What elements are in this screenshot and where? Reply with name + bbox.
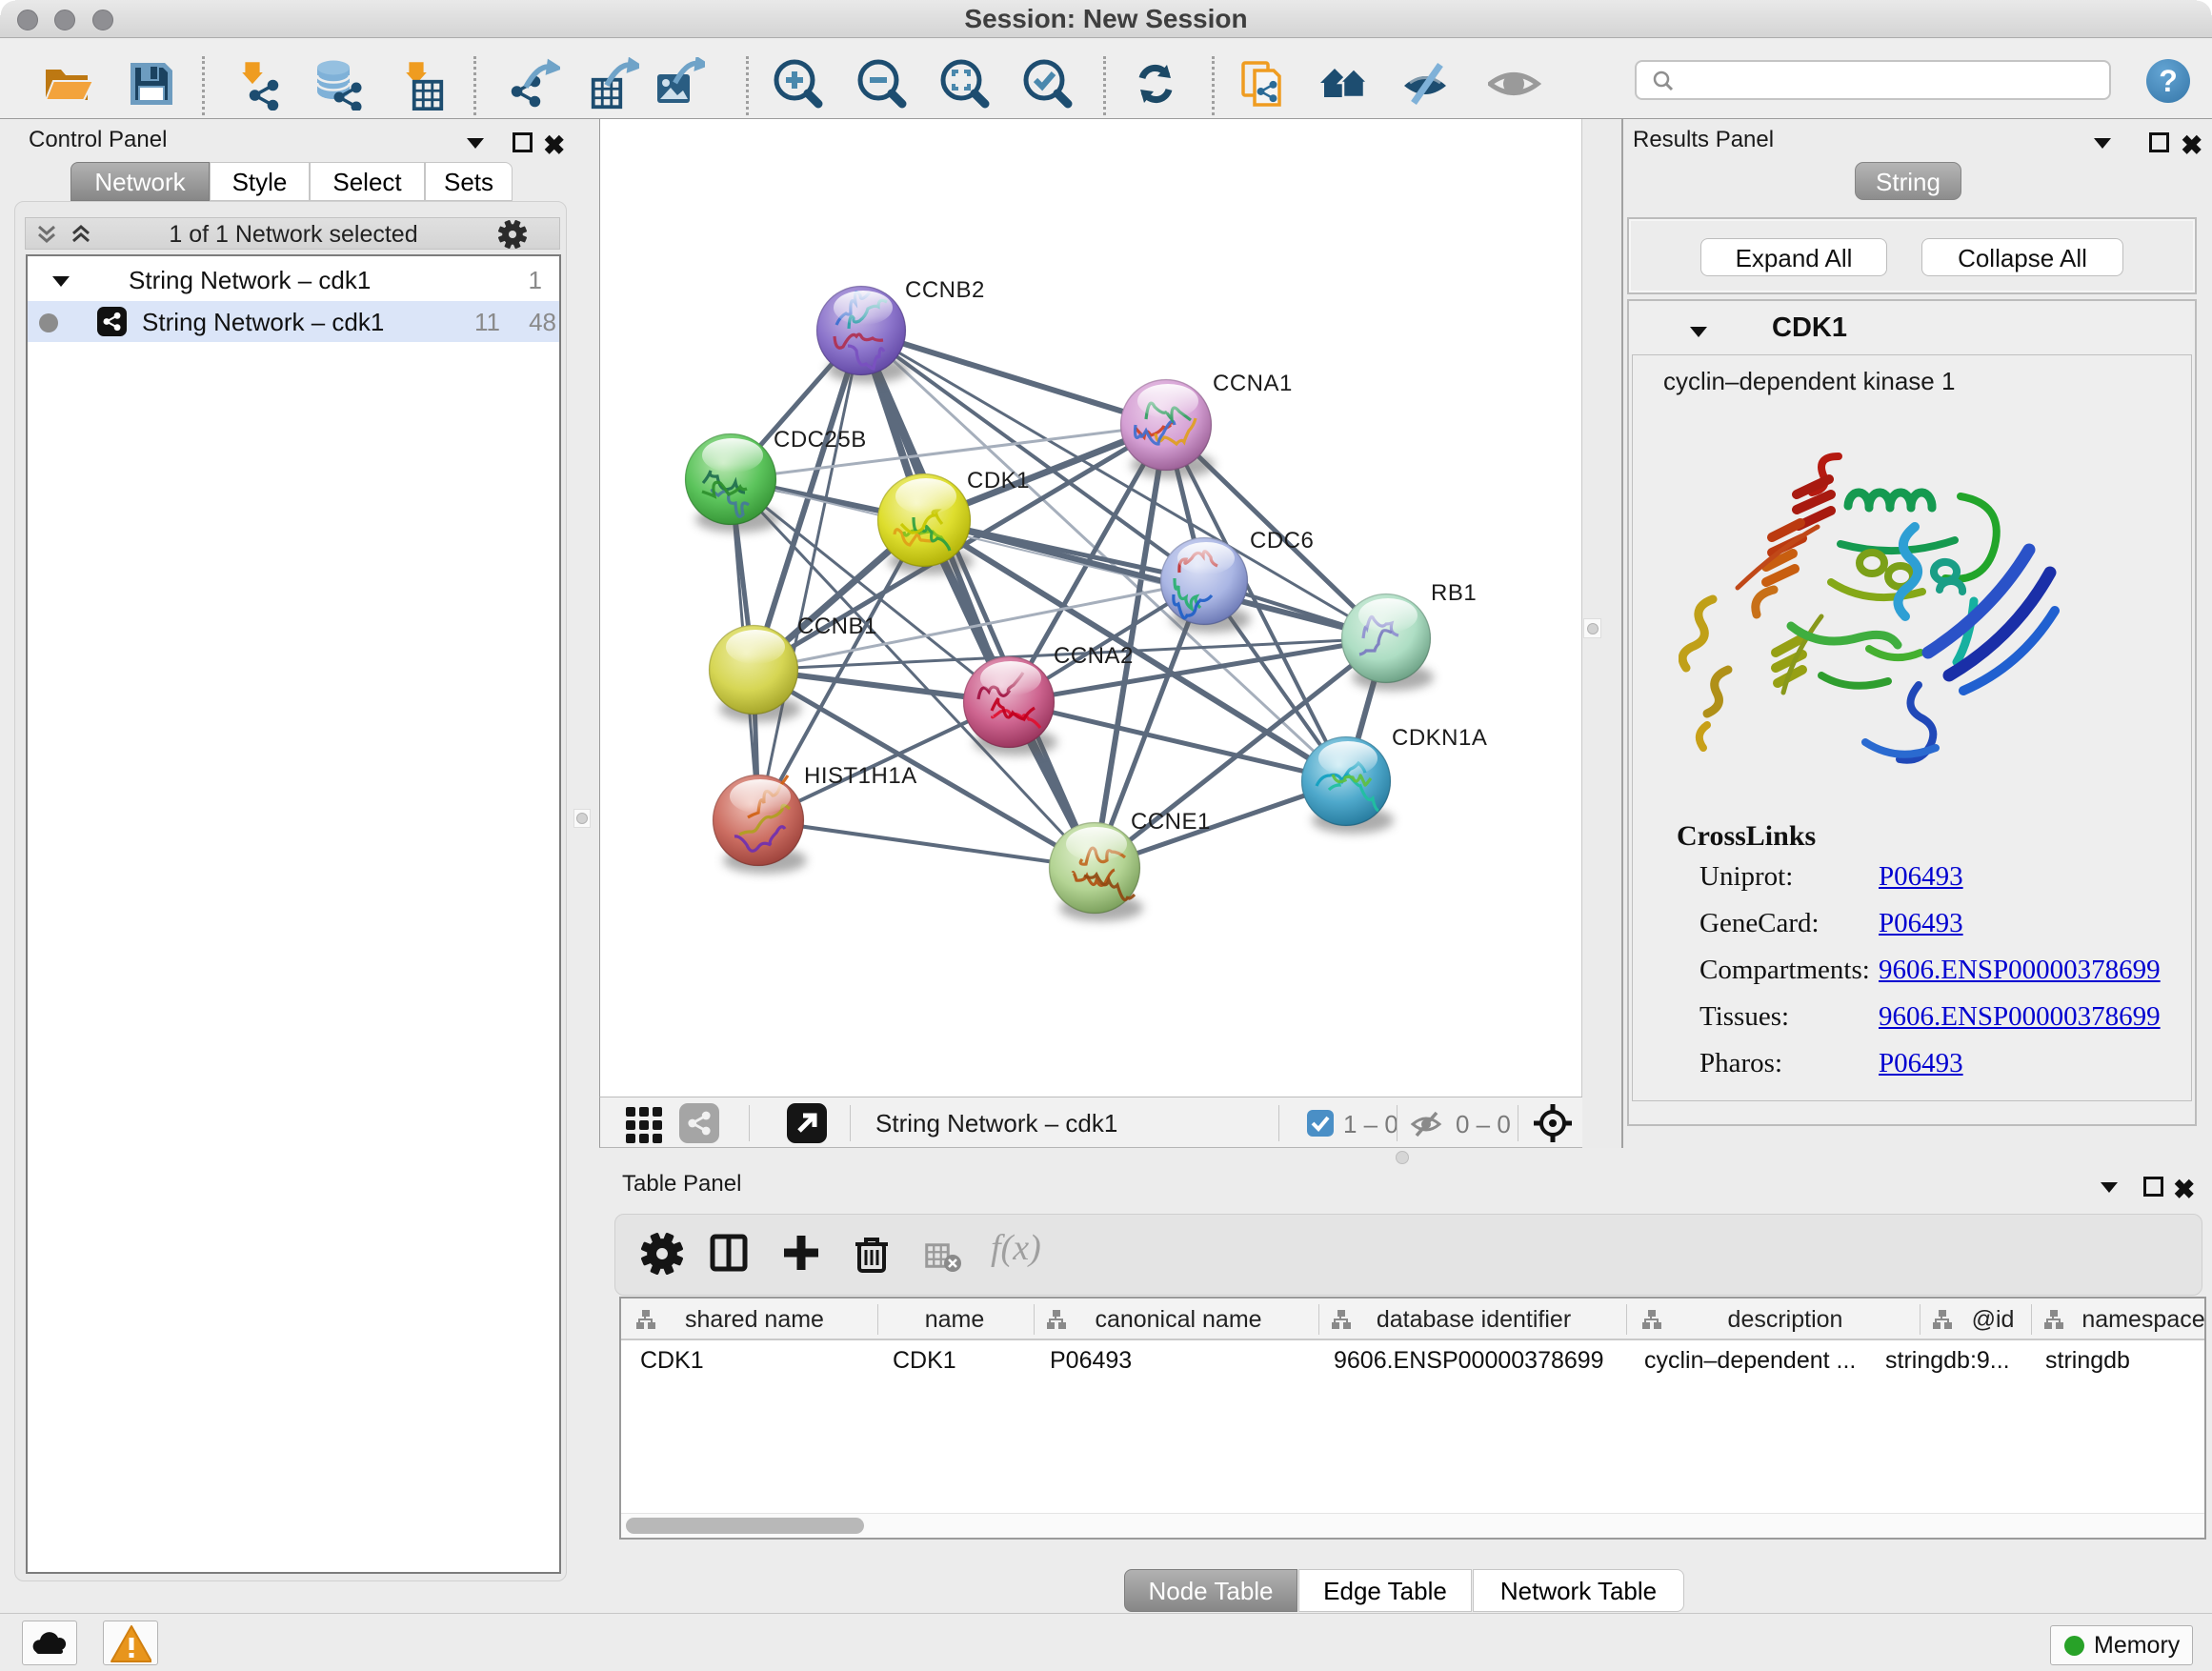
svg-text:HIST1H1A: HIST1H1A [804,763,917,789]
svg-text:CDK1: CDK1 [967,468,1030,493]
svg-text:CCNA1: CCNA1 [1213,371,1293,396]
svg-text:CDC25B: CDC25B [774,427,867,453]
svg-text:CDC6: CDC6 [1250,528,1314,554]
svg-text:CCNB2: CCNB2 [905,277,985,303]
svg-text:CCNE1: CCNE1 [1131,809,1211,835]
svg-text:CCNA2: CCNA2 [1054,643,1134,669]
svg-text:RB1: RB1 [1431,580,1477,606]
svg-text:CDKN1A: CDKN1A [1392,725,1487,751]
svg-text:CCNB1: CCNB1 [797,614,877,639]
